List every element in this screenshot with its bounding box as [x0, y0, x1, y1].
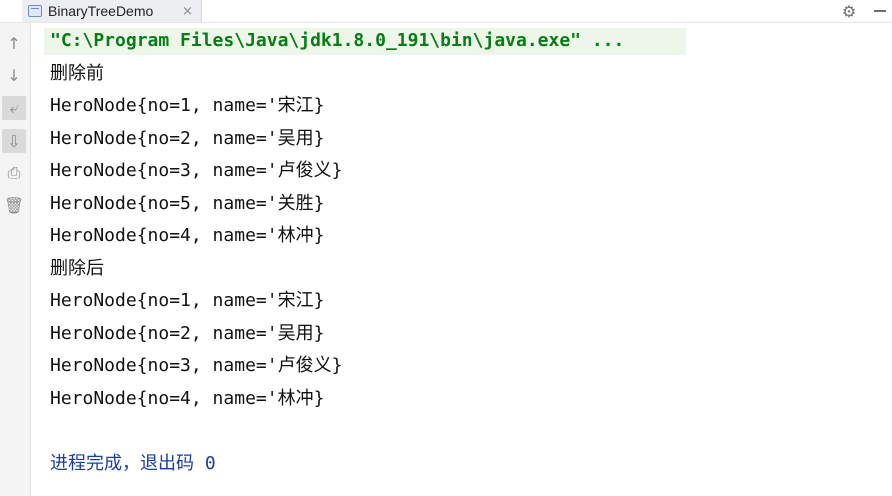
console-line: HeroNode{no=3, name='卢俊义} [50, 355, 343, 376]
console-line: HeroNode{no=4, name='林冲} [50, 225, 325, 246]
console-line: HeroNode{no=5, name='关胜} [50, 193, 325, 214]
console-line: HeroNode{no=4, name='林冲} [50, 388, 325, 409]
close-icon[interactable]: × [182, 5, 193, 18]
exit-code-line: 进程完成，退出码 0 [50, 453, 216, 474]
console-line: HeroNode{no=1, name='宋江} [50, 95, 325, 116]
run-config-icon [28, 5, 42, 17]
console-line: 删除后 [50, 258, 104, 279]
console-line: HeroNode{no=1, name='宋江} [50, 290, 325, 311]
console-line: 删除前 [50, 63, 104, 84]
print-icon[interactable]: ⎙ [2, 161, 26, 185]
editor-tab-bar: BinaryTreeDemo × ⚙ [0, 0, 892, 23]
scroll-to-end-icon[interactable]: ⇩ [2, 129, 26, 153]
arrow-down-icon[interactable]: ↓ [2, 63, 26, 87]
console-line: HeroNode{no=2, name='吴用} [50, 323, 325, 344]
console-output[interactable]: "C:\Program Files\Java\jdk1.8.0_191\bin\… [32, 25, 892, 496]
console-line: HeroNode{no=3, name='卢俊义} [50, 160, 343, 181]
console-line: HeroNode{no=2, name='吴用} [50, 128, 325, 149]
tab-title: BinaryTreeDemo [48, 3, 154, 19]
minimize-icon[interactable] [874, 10, 886, 12]
arrow-up-icon[interactable]: ↑ [2, 31, 26, 55]
soft-wrap-icon[interactable]: ⤶ [2, 96, 26, 120]
tab-binary-tree-demo[interactable]: BinaryTreeDemo × [22, 0, 202, 22]
console-toolbar: ↑ ↓ ⤶ ⇩ ⎙ 🗑 [0, 23, 31, 496]
gear-icon[interactable]: ⚙ [838, 0, 860, 22]
trash-icon[interactable]: 🗑 [2, 193, 26, 217]
console-command-line: "C:\Program Files\Java\jdk1.8.0_191\bin\… [50, 30, 625, 51]
